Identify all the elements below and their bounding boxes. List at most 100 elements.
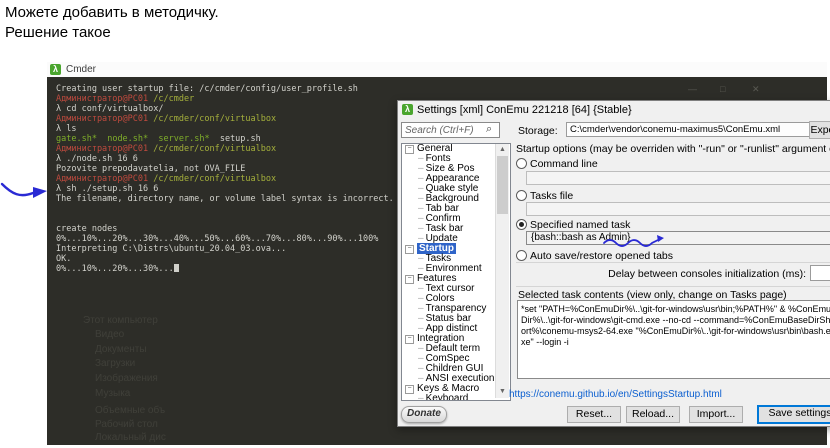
radio-specified-named-task[interactable]	[516, 219, 527, 230]
separator	[516, 262, 830, 263]
radio-specified-named-task-label: Specified named task	[530, 219, 630, 231]
ghost-explorer-item: Музыка	[95, 388, 130, 399]
terminal-line: OK.	[56, 254, 394, 264]
radio-command-line-label: Command line	[530, 158, 598, 170]
terminal-line: Администратор@PC01 /c/cmder/conf/virtual…	[56, 174, 394, 184]
tasks-file-input[interactable]	[526, 202, 830, 216]
ghost-minimize-icon: —	[688, 84, 697, 94]
terminal-text-segment: OK.	[56, 254, 71, 264]
terminal-line: The filename, directory name, or volume …	[56, 194, 394, 204]
settings-dialog: λ Settings [xml] ConEmu 221218 [64] {Sta…	[397, 100, 830, 427]
conemu-lambda-icon: λ	[402, 104, 413, 115]
terminal-text-segment: λ ls	[56, 124, 76, 134]
terminal-text-segment: server.sh*	[158, 134, 209, 144]
terminal-output: Creating user startup file: /c/cmder/con…	[56, 84, 394, 274]
scroll-up-icon[interactable]: ▲	[496, 144, 509, 156]
ghost-close-icon: ✕	[752, 84, 760, 95]
terminal-line: Администратор@PC01 /c/cmder/conf/virtual…	[56, 144, 394, 154]
reload-button[interactable]: Reload...	[626, 406, 680, 423]
radio-tasks-file-label: Tasks file	[530, 190, 573, 202]
command-line-input[interactable]	[526, 171, 830, 185]
settings-help-link[interactable]: https://conemu.github.io/en/SettingsStar…	[509, 389, 722, 400]
scroll-down-icon[interactable]: ▼	[496, 386, 509, 398]
terminal-text-segment: Interpreting C:\Distrs\ubuntu_20.04_03.o…	[56, 244, 286, 254]
save-settings-button[interactable]: Save settings	[757, 405, 830, 424]
tree-item-keyboard[interactable]: –Keyboard	[402, 394, 510, 401]
tree-collapse-icon[interactable]: −	[405, 145, 414, 154]
terminal-line: Creating user startup file: /c/cmder/con…	[56, 84, 394, 94]
ghost-explorer-item: Рабочий стол	[95, 419, 158, 430]
terminal-text-segment: λ ./node.sh 16 6	[56, 154, 138, 164]
terminal-text-segment: gate.sh*	[56, 134, 97, 144]
radio-tasks-file[interactable]	[516, 190, 527, 201]
settings-titlebar[interactable]: λ Settings [xml] ConEmu 221218 [64] {Sta…	[398, 101, 830, 118]
terminal-text-segment: Pozovite prepodavatelia, not OVA_FILE	[56, 164, 245, 174]
radio-auto-save-label: Auto save/restore opened tabs	[530, 250, 673, 262]
ghost-explorer-item: Объемные объ	[95, 405, 165, 416]
delay-spinner[interactable]	[810, 265, 830, 281]
terminal-text-segment: Администратор@PC01	[56, 94, 148, 104]
terminal-line: λ sh ./setup.sh 16 6	[56, 184, 394, 194]
reset-button[interactable]: Reset...	[567, 406, 621, 423]
terminal-text-segment: setup.sh	[210, 134, 261, 144]
separator	[516, 286, 830, 287]
terminal-line: λ ls	[56, 124, 394, 134]
terminal-text-segment: Администратор@PC01	[56, 144, 148, 154]
delay-label: Delay between consoles initialization (m…	[516, 268, 806, 280]
note-line-2: Решение такое	[5, 24, 111, 41]
terminal-text-segment: Администратор@PC01	[56, 174, 148, 184]
ghost-explorer-item: Видео	[95, 329, 124, 340]
terminal-line	[56, 204, 394, 214]
terminal-line: λ cd conf/virtualbox/	[56, 104, 394, 114]
terminal-line: Pozovite prepodavatelia, not OVA_FILE	[56, 164, 394, 174]
startup-options-heading: Startup options (may be overriden with "…	[516, 143, 830, 155]
terminal-text-segment: /c/cmder/conf/virtualbox	[148, 144, 276, 154]
ghost-explorer-item: Локальный дис	[95, 432, 166, 443]
search-icon: ⌕	[486, 123, 492, 136]
scrollbar-thumb[interactable]	[497, 156, 508, 214]
terminal-text-segment: /c/cmder/conf/virtualbox	[148, 174, 276, 184]
tree-collapse-icon[interactable]: −	[405, 385, 414, 394]
terminal-cursor	[174, 264, 179, 272]
terminal-line: 0%...10%...20%...30%...40%...50%...60%..…	[56, 234, 394, 244]
tree-collapse-icon[interactable]: −	[405, 275, 414, 284]
ghost-explorer-item: Изображения	[95, 373, 158, 384]
storage-value-field[interactable]: C:\cmder\vendor\conemu-maximus5\ConEmu.x…	[566, 122, 812, 137]
terminal-text-segment: λ sh ./setup.sh 16 6	[56, 184, 158, 194]
ghost-maximize-icon: □	[720, 84, 725, 94]
terminal-text-segment: 0%...10%...20%...30%...40%...50%...60%..…	[56, 234, 378, 244]
note-line-1: Можете добавить в методичку.	[5, 4, 219, 21]
terminal-text-segment: The filename, directory name, or volume …	[56, 194, 394, 204]
radio-auto-save[interactable]	[516, 250, 527, 261]
cmder-title: Cmder	[66, 64, 96, 75]
terminal-text-segment: Creating user startup file: /c/cmder/con…	[56, 84, 358, 94]
donate-button[interactable]: Donate	[401, 406, 447, 423]
import-button[interactable]: Import...	[689, 406, 743, 423]
annotation-squiggle	[601, 233, 671, 249]
tree-scrollbar[interactable]: ▲ ▼	[495, 144, 509, 398]
storage-label: Storage:	[518, 125, 558, 137]
terminal-text-segment: 0%...10%...20%...30%...	[56, 264, 174, 274]
terminal-text-segment: /c/cmder	[148, 94, 194, 104]
named-task-combobox[interactable]: {bash::bash as Admin}	[526, 231, 830, 245]
tree-item-label: Keyboard	[426, 393, 469, 401]
radio-command-line[interactable]	[516, 158, 527, 169]
terminal-text-segment: λ cd conf/virtualbox/	[56, 104, 163, 114]
task-contents-textarea[interactable]: *set "PATH=%ConEmuDir%\..\git-for-window…	[517, 300, 830, 379]
terminal-line: Interpreting C:\Distrs\ubuntu_20.04_03.o…	[56, 244, 394, 254]
export-button[interactable]: Export...	[809, 121, 830, 139]
terminal-text-segment: /c/cmder/conf/virtualbox	[148, 114, 276, 124]
terminal-line	[56, 214, 394, 224]
tree-collapse-icon[interactable]: −	[405, 245, 414, 254]
terminal-line: Администратор@PC01 /c/cmder/conf/virtual…	[56, 114, 394, 124]
terminal-line: 0%...10%...20%...30%...	[56, 264, 394, 274]
cmder-lambda-icon: λ	[50, 64, 61, 75]
terminal-text-segment: node.sh*	[107, 134, 148, 144]
tree-collapse-icon[interactable]: −	[405, 335, 414, 344]
ghost-explorer-item: Этот компьютер	[83, 315, 158, 326]
ghost-explorer-item: Загрузки	[95, 358, 135, 369]
cmder-titlebar[interactable]: λ Cmder	[47, 62, 827, 77]
ghost-explorer-item: Документы	[95, 344, 147, 355]
terminal-text-segment: create nodes	[56, 224, 117, 234]
terminal-text-segment: Администратор@PC01	[56, 114, 148, 124]
